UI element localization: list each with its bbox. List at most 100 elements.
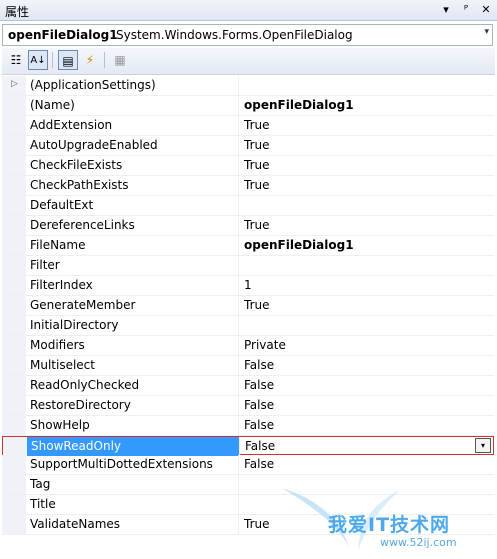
property-value[interactable]: False bbox=[241, 396, 493, 415]
property-name[interactable]: CheckFileExists bbox=[26, 156, 239, 175]
property-name[interactable]: AddExtension bbox=[26, 116, 239, 135]
properties-view-icon[interactable]: ▤ bbox=[58, 50, 78, 70]
row-gutter bbox=[2, 356, 26, 375]
property-row[interactable]: ShowReadOnly False ▾ bbox=[2, 436, 494, 456]
property-row[interactable]: SupportMultiDottedExtensions False bbox=[2, 455, 494, 475]
row-gutter: ▷ bbox=[2, 76, 26, 95]
value-dropdown-button[interactable]: ▾ bbox=[475, 438, 491, 453]
property-name[interactable]: AutoUpgradeEnabled bbox=[26, 136, 239, 155]
property-name[interactable]: RestoreDirectory bbox=[26, 396, 239, 415]
expand-arrow-icon[interactable]: ▷ bbox=[11, 79, 18, 89]
property-row[interactable]: CheckPathExists True bbox=[2, 176, 494, 196]
property-row[interactable]: (Name) openFileDialog1 bbox=[2, 96, 494, 116]
property-value[interactable] bbox=[241, 76, 493, 95]
property-value[interactable]: True bbox=[241, 136, 493, 155]
toolbar-separator bbox=[104, 52, 105, 68]
property-value[interactable]: 1 bbox=[241, 276, 493, 295]
property-grid: ▷ (ApplicationSettings) (Name) openFileDial… bbox=[2, 76, 494, 535]
watermark-url: www.52ij.com bbox=[380, 536, 457, 549]
property-value[interactable]: False bbox=[241, 455, 493, 474]
property-value[interactable] bbox=[241, 256, 493, 275]
property-row[interactable]: Multiselect False bbox=[2, 356, 494, 376]
property-row[interactable]: FileName openFileDialog1 bbox=[2, 236, 494, 256]
property-row[interactable]: ReadOnlyChecked False bbox=[2, 376, 494, 396]
property-name[interactable]: Modifiers bbox=[26, 336, 239, 355]
window-position-dropdown-icon[interactable]: ▾ bbox=[439, 2, 453, 18]
property-row[interactable]: CheckFileExists True bbox=[2, 156, 494, 176]
property-name[interactable]: (ApplicationSettings) bbox=[26, 76, 239, 95]
categorized-icon[interactable]: ☷ bbox=[6, 50, 26, 70]
chevron-down-icon[interactable]: ▾ bbox=[484, 27, 489, 37]
row-gutter bbox=[2, 296, 26, 315]
property-name[interactable]: Filter bbox=[26, 256, 239, 275]
property-value[interactable]: True bbox=[241, 116, 493, 135]
row-gutter bbox=[3, 437, 27, 456]
property-row[interactable]: Modifiers Private bbox=[2, 336, 494, 356]
property-value[interactable] bbox=[241, 196, 493, 215]
property-row[interactable]: AutoUpgradeEnabled True bbox=[2, 136, 494, 156]
property-row[interactable]: ▷ (ApplicationSettings) bbox=[2, 76, 494, 96]
alphabetical-sort-icon[interactable]: A↓ bbox=[28, 50, 48, 70]
property-name[interactable]: ShowHelp bbox=[26, 416, 239, 435]
property-value[interactable]: openFileDialog1 bbox=[241, 96, 493, 115]
property-name[interactable]: (Name) bbox=[26, 96, 239, 115]
property-name[interactable]: DefaultExt bbox=[26, 196, 239, 215]
property-value[interactable]: True bbox=[241, 216, 493, 235]
row-gutter bbox=[2, 116, 26, 135]
object-type: System.Windows.Forms.OpenFileDialog bbox=[116, 28, 353, 42]
property-row[interactable]: FilterIndex 1 bbox=[2, 276, 494, 296]
events-lightning-icon[interactable]: ⚡ bbox=[80, 50, 100, 70]
property-value[interactable]: True bbox=[241, 296, 493, 315]
property-value[interactable]: False bbox=[241, 376, 493, 395]
property-row[interactable]: AddExtension True bbox=[2, 116, 494, 136]
panel-titlebar: 属性 ▾ ᴾ ✕ bbox=[0, 0, 497, 21]
property-value[interactable]: Private bbox=[241, 336, 493, 355]
property-value[interactable]: False bbox=[241, 356, 493, 375]
property-name[interactable]: CheckPathExists bbox=[26, 176, 239, 195]
row-gutter bbox=[2, 156, 26, 175]
property-value[interactable] bbox=[241, 316, 493, 335]
row-gutter bbox=[2, 475, 26, 494]
property-name[interactable]: Title bbox=[26, 495, 239, 514]
property-name[interactable]: ShowReadOnly bbox=[27, 437, 240, 456]
property-row[interactable]: ValidateNames True bbox=[2, 515, 494, 535]
row-gutter bbox=[2, 515, 26, 534]
property-name[interactable]: ReadOnlyChecked bbox=[26, 376, 239, 395]
property-name[interactable]: FilterIndex bbox=[26, 276, 239, 295]
property-row[interactable]: ShowHelp False bbox=[2, 416, 494, 436]
close-icon[interactable]: ✕ bbox=[479, 2, 493, 18]
property-row[interactable]: Title bbox=[2, 495, 494, 515]
row-gutter bbox=[2, 236, 26, 255]
property-row[interactable]: Filter bbox=[2, 256, 494, 276]
property-value[interactable]: False bbox=[241, 416, 493, 435]
row-gutter bbox=[2, 96, 26, 115]
property-value[interactable]: True bbox=[241, 156, 493, 175]
property-row[interactable]: DefaultExt bbox=[2, 196, 494, 216]
object-selector-combobox[interactable]: openFileDialog1 System.Windows.Forms.Ope… bbox=[2, 24, 493, 46]
property-pages-icon[interactable]: ▦ bbox=[110, 50, 130, 70]
property-row[interactable]: GenerateMember True bbox=[2, 296, 494, 316]
property-row[interactable]: RestoreDirectory False bbox=[2, 396, 494, 416]
property-name[interactable]: SupportMultiDottedExtensions bbox=[26, 455, 239, 474]
property-row[interactable]: DereferenceLinks True bbox=[2, 216, 494, 236]
auto-hide-pin-icon[interactable]: ᴾ bbox=[459, 2, 473, 18]
property-value[interactable]: openFileDialog1 bbox=[241, 236, 493, 255]
property-name[interactable]: ValidateNames bbox=[26, 515, 239, 534]
property-name[interactable]: GenerateMember bbox=[26, 296, 239, 315]
row-gutter bbox=[2, 376, 26, 395]
property-value[interactable]: False bbox=[242, 437, 494, 456]
property-value[interactable] bbox=[241, 495, 493, 514]
properties-toolbar: ☷ A↓ ▤ ⚡ ▦ bbox=[2, 48, 495, 75]
row-gutter bbox=[2, 396, 26, 415]
property-name[interactable]: InitialDirectory bbox=[26, 316, 239, 335]
row-gutter bbox=[2, 196, 26, 215]
property-value[interactable] bbox=[241, 475, 493, 494]
property-value[interactable]: True bbox=[241, 515, 493, 534]
property-value[interactable]: True bbox=[241, 176, 493, 195]
property-name[interactable]: Tag bbox=[26, 475, 239, 494]
property-row[interactable]: Tag bbox=[2, 475, 494, 495]
property-row[interactable]: InitialDirectory bbox=[2, 316, 494, 336]
property-name[interactable]: Multiselect bbox=[26, 356, 239, 375]
property-name[interactable]: FileName bbox=[26, 236, 239, 255]
property-name[interactable]: DereferenceLinks bbox=[26, 216, 239, 235]
